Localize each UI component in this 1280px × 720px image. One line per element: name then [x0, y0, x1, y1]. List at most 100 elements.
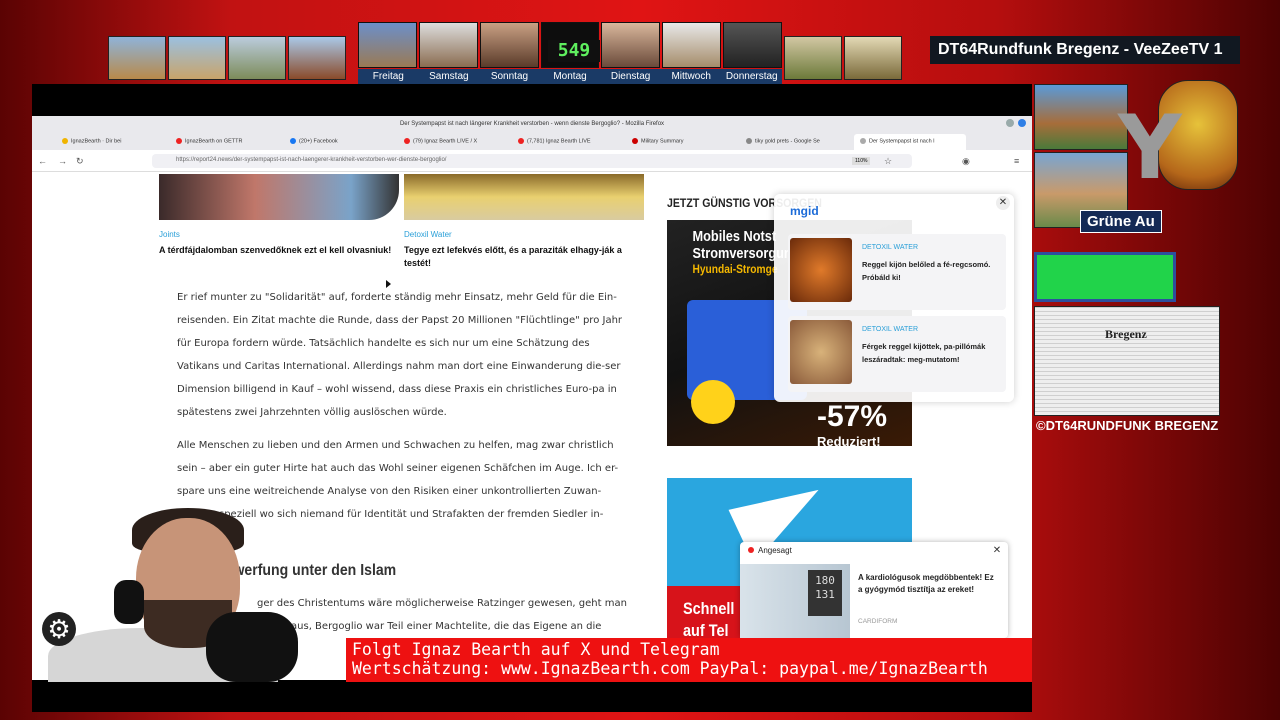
tab-label: tiky gold prets - Google Se: [755, 138, 820, 145]
browser-tab[interactable]: Military Summary: [626, 134, 738, 150]
back-icon[interactable]: ←: [38, 156, 47, 166]
discount-label: Reduziert!: [817, 434, 881, 449]
bregenz-etching: Bregenz: [1034, 306, 1220, 416]
town-image: [1034, 84, 1128, 150]
blood-pressure-display: 180 131: [808, 570, 842, 616]
close-icon[interactable]: ✕: [990, 544, 1004, 558]
day-counter: 549: [548, 40, 600, 62]
zoom-level[interactable]: 110%: [852, 157, 871, 165]
mgid-source: DETOXIL WATER: [862, 326, 919, 333]
angesagt-popup[interactable]: Angesagt ✕ 180 131 A kardiológusok megdö…: [740, 542, 1008, 638]
letter-y-logo: Y: [1118, 96, 1182, 199]
mouse-cursor-icon: [386, 280, 391, 288]
weekday-label: Samstag: [429, 71, 469, 82]
weekday-image: [418, 22, 478, 68]
weekday-labels: Freitag Samstag Sonntag Montag Dienstag …: [358, 69, 782, 85]
weekday-label: Donnerstag: [725, 71, 778, 82]
window-title: Der Systempapst ist nach längerer Krankh…: [399, 121, 665, 127]
webcam-feed: [36, 500, 346, 682]
thumbnail-strip: [108, 36, 346, 80]
angesagt-header: Angesagt: [748, 546, 792, 555]
ticker-line: Wertschätzung: www.IgnazBearth.com PayPa…: [352, 659, 988, 678]
related-image: [404, 174, 644, 220]
mgid-logo: mgid: [790, 204, 819, 218]
browser-tab[interactable]: IgnazBearth · Dir bei: [56, 134, 168, 150]
weekday-label: Mittwoch: [671, 71, 711, 82]
tab-favicon-icon: [62, 138, 68, 144]
related-category[interactable]: Detoxil Water: [404, 230, 649, 239]
bookmark-star-icon[interactable]: ☆: [884, 156, 892, 167]
reload-icon[interactable]: ↻: [76, 156, 84, 167]
gruene-au-label: Grüne Au: [1080, 210, 1162, 233]
article-body: Er rief munter zu "Solidarität" auf, for…: [177, 286, 629, 536]
forward-icon[interactable]: →: [58, 156, 67, 166]
green-panel: [1034, 252, 1176, 302]
mgid-text[interactable]: Férgek reggel kijöttek, pa-pillómák lesz…: [862, 340, 1002, 366]
extra-thumbnails: [784, 36, 902, 80]
window-titlebar: Der Systempapst ist nach längerer Krankh…: [32, 116, 1032, 132]
telegram-ad-line: Schnell: [683, 599, 735, 618]
headphones-icon: [114, 580, 144, 624]
mgid-image: [790, 320, 852, 384]
ad-discount: -57% Reduziert!: [817, 400, 887, 449]
related-title[interactable]: Tegye ezt lefekvés előtt, és a paraziták…: [404, 244, 649, 270]
settings-gear-icon[interactable]: ⚙: [42, 612, 76, 646]
tab-favicon-icon: [632, 138, 638, 144]
extensions-icon[interactable]: ◉: [962, 156, 970, 167]
weekday-label: Freitag: [372, 71, 404, 82]
related-card[interactable]: Joints A térdfájdalomban szenvedőknek ez…: [159, 174, 404, 257]
browser-tab[interactable]: Der Systempapst ist nach l: [854, 134, 966, 150]
tab-bar: IgnazBearth · Dir bei IgnazBearth on GETT…: [32, 132, 1032, 150]
tab-favicon-icon: [290, 138, 296, 144]
mgid-item[interactable]: DETOXIL WATER Férgek reggel kijöttek, pa…: [788, 316, 1006, 392]
weekday-image: [723, 22, 783, 68]
close-button[interactable]: [1018, 119, 1026, 127]
microphone-icon: [206, 612, 298, 682]
browser-tab[interactable]: (79) Ignaz Bearth LIVE / X: [398, 134, 510, 150]
tab-label: (20+) Facebook: [299, 138, 338, 145]
angesagt-text[interactable]: A kardiológusok megdöbbentek! Ez a gyógy…: [858, 572, 1000, 596]
tab-label: (7,781) Ignaz Bearth LIVE: [527, 138, 591, 145]
channel-title: DT64Rundfunk Bregenz - VeeZeeTV 1: [930, 36, 1240, 64]
mgid-text[interactable]: Reggel kijön belőled a fé-regcsomó. Prób…: [862, 258, 1002, 284]
angesagt-source: CARDIFORM: [858, 618, 898, 625]
tab-label: IgnazBearth on GETTR: [185, 138, 243, 145]
navigation-bar: ← → ↻ https://report24.news/der-systempa…: [32, 150, 1032, 172]
browser-tab[interactable]: IgnazBearth on GETTR: [170, 134, 282, 150]
angesagt-title: Angesagt: [758, 546, 792, 555]
mgid-popup: mgid ✕ DETOXIL WATER Reggel kijön belőle…: [774, 194, 1014, 402]
telegram-ad-text: Schnell auf Tel: [683, 598, 734, 642]
browser-tab[interactable]: tiky gold prets - Google Se: [740, 134, 852, 150]
mgid-image: [790, 238, 852, 302]
tab-label: Der Systempapst ist nach l: [869, 138, 935, 145]
related-title[interactable]: A térdfájdalomban szenvedőknek ezt el ke…: [159, 244, 404, 257]
etching-label: Bregenz: [1105, 327, 1147, 341]
weekday-image: [479, 22, 539, 68]
ticker-line: Folgt Ignaz Bearth auf X und Telegram: [352, 640, 720, 659]
mgid-source: DETOXIL WATER: [862, 244, 919, 251]
related-image: [159, 174, 399, 220]
window-controls: [1006, 119, 1026, 127]
related-category[interactable]: Joints: [159, 230, 404, 239]
article-paragraph: Er rief munter zu "Solidarität" auf, for…: [177, 292, 623, 418]
ad-badge: [691, 380, 735, 424]
thumbnail-image: [228, 36, 286, 80]
weekday-label: Montag: [553, 71, 587, 82]
tab-favicon-icon: [860, 138, 866, 144]
mgid-item[interactable]: DETOXIL WATER Reggel kijön belőled a fé-…: [788, 234, 1006, 310]
thumbnail-image: [288, 36, 346, 80]
minimize-button[interactable]: [1006, 119, 1014, 127]
browser-tab[interactable]: (20+) Facebook: [284, 134, 396, 150]
tab-favicon-icon: [518, 138, 524, 144]
weekday-label: Sonntag: [490, 71, 529, 82]
close-icon[interactable]: ✕: [996, 196, 1010, 210]
browser-tab[interactable]: (7,781) Ignaz Bearth LIVE: [512, 134, 624, 150]
tab-label: Military Summary: [641, 138, 684, 145]
related-card[interactable]: Detoxil Water Tegye ezt lefekvés előtt, …: [404, 174, 649, 270]
menu-icon[interactable]: ≡: [1014, 156, 1019, 166]
thumbnail-image: [844, 36, 902, 80]
weekday-image: [601, 22, 661, 68]
live-dot-icon: [748, 547, 754, 553]
donation-ticker: Folgt Ignaz Bearth auf X und Telegram We…: [346, 638, 1032, 682]
url-input[interactable]: https://report24.news/der-systempapst-is…: [152, 154, 912, 168]
